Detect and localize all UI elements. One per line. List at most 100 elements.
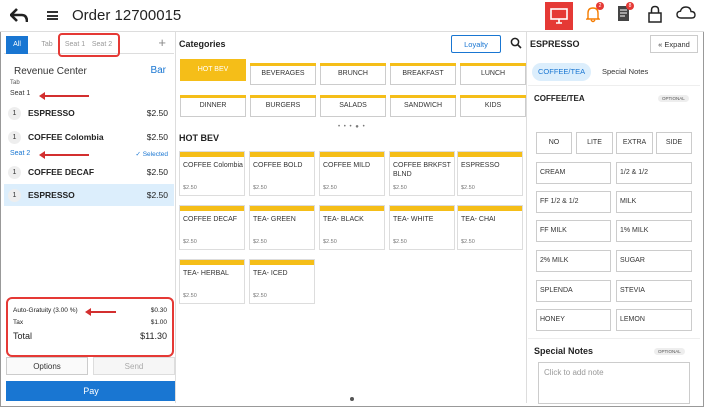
product-tile[interactable]: TEA- BLACK $2.50 <box>319 205 385 250</box>
send-button[interactable]: Send <box>93 357 175 375</box>
tab-special-notes[interactable]: Special Notes <box>596 63 654 81</box>
modifier-option[interactable]: FF 1/2 & 1/2 <box>536 191 611 213</box>
product-price: $2.50 <box>253 185 267 191</box>
customer-display-button[interactable] <box>545 2 573 30</box>
item-qty: 1 <box>8 188 21 202</box>
product-name: COFFEE MILD <box>323 162 371 169</box>
product-tile[interactable]: COFFEE DECAF $2.50 <box>179 205 245 250</box>
product-tile[interactable]: TEA- GREEN $2.50 <box>249 205 315 250</box>
modifier-option[interactable]: STEVIA <box>616 280 692 302</box>
search-icon[interactable] <box>510 37 522 49</box>
cloud-button[interactable] <box>676 5 696 27</box>
check-icon: ✓ <box>135 151 143 158</box>
modifier-extra[interactable]: EXTRA <box>616 132 653 154</box>
expand-label: Expand <box>664 40 690 49</box>
modifier-no[interactable]: NO <box>536 132 572 154</box>
product-price: $2.50 <box>183 293 197 299</box>
modifier-option[interactable]: 2% MILK <box>536 250 611 272</box>
modifier-option[interactable]: SPLENDA <box>536 280 611 302</box>
product-tile[interactable]: TEA- HERBAL $2.50 <box>179 259 245 304</box>
item-name: ESPRESSO <box>28 190 75 200</box>
modifier-option[interactable]: 1% MILK <box>616 220 692 242</box>
product-tile[interactable]: COFFEE BOLD $2.50 <box>249 151 315 196</box>
item-qty: 1 <box>8 130 21 144</box>
category-burgers[interactable]: BURGERS <box>250 95 316 117</box>
lock-icon <box>648 5 662 23</box>
notification-button[interactable]: 2 <box>585 2 604 27</box>
expand-button[interactable]: « Expand <box>650 35 698 53</box>
product-tile[interactable]: COFFEE Colombia $2.50 <box>179 151 245 196</box>
seat-2-selected: ✓ Selected <box>135 150 168 158</box>
product-price: $2.50 <box>393 185 407 191</box>
item-price: $2.50 <box>146 190 168 200</box>
category-sandwich[interactable]: SANDWICH <box>390 95 456 117</box>
gratuity-label: Auto-Gratuity (3.00 %) <box>13 307 78 314</box>
product-name: TEA- CHAI <box>461 216 496 223</box>
revenue-center-value[interactable]: Bar <box>150 65 166 76</box>
product-tile[interactable]: ESPRESSO $2.50 <box>457 151 523 196</box>
tab-coffee-tea[interactable]: COFFEE/TEA <box>532 63 592 81</box>
product-price: $2.50 <box>461 185 475 191</box>
monitor-icon <box>550 8 568 24</box>
product-tile[interactable]: TEA- CHAI $2.50 <box>457 205 523 250</box>
category-kids[interactable]: KIDS <box>460 95 526 117</box>
page-dots: • • • ● • <box>338 124 366 130</box>
modifier-option[interactable]: LEMON <box>616 309 692 331</box>
divider <box>528 338 700 339</box>
total-value: $11.30 <box>140 331 167 341</box>
tab-all[interactable]: All <box>6 36 28 54</box>
seat-tabs-highlight <box>58 33 120 57</box>
modifier-option[interactable]: CREAM <box>536 162 611 184</box>
category-brunch[interactable]: BRUNCH <box>320 63 386 85</box>
lock-button[interactable] <box>648 5 662 27</box>
section-title: HOT BEV <box>179 133 220 143</box>
order-item-row-selected[interactable]: 1 ESPRESSO $2.50 <box>4 184 174 206</box>
product-tile[interactable]: COFFEE BRKFST BLND $2.50 <box>389 151 455 196</box>
cloud-icon <box>676 6 696 19</box>
modifier-lite[interactable]: LITE <box>576 132 613 154</box>
category-salads[interactable]: SALADS <box>320 95 386 117</box>
order-item-row[interactable]: 1 COFFEE Colombia $2.50 <box>4 126 174 148</box>
orders-button[interactable]: 8 <box>617 2 634 27</box>
tax-label: Tax <box>13 319 24 326</box>
pay-button[interactable]: Pay <box>6 381 176 401</box>
back-arrow-icon[interactable] <box>10 8 28 24</box>
modifier-option[interactable]: HONEY <box>536 309 611 331</box>
seat-2-arrow <box>39 151 89 159</box>
loyalty-button[interactable]: Loyalty <box>451 35 501 53</box>
category-dinner[interactable]: DINNER <box>180 95 246 117</box>
modifier-option[interactable]: 1/2 & 1/2 <box>616 162 692 184</box>
menu-icon[interactable] <box>47 11 58 20</box>
special-notes-input[interactable]: Click to add note <box>538 362 690 404</box>
order-item-row[interactable]: 1 ESPRESSO $2.50 <box>4 102 174 124</box>
gratuity-value: $0.30 <box>150 307 167 314</box>
category-hot-bev[interactable]: HOT BEV <box>180 59 246 81</box>
add-seat-button[interactable]: + <box>158 35 166 50</box>
category-lunch[interactable]: LUNCH <box>460 63 526 85</box>
notification-badge: 2 <box>596 2 604 10</box>
options-button[interactable]: Options <box>6 357 88 375</box>
modifier-option[interactable]: FF MILK <box>536 220 611 242</box>
modifier-option[interactable]: SUGAR <box>616 250 692 272</box>
order-item-row[interactable]: 1 COFFEE DECAF $2.50 <box>4 161 174 183</box>
product-price: $2.50 <box>393 239 407 245</box>
optional-badge: OPTIONAL <box>658 95 689 102</box>
product-tile[interactable]: TEA- WHITE $2.50 <box>389 205 455 250</box>
product-price: $2.50 <box>183 185 197 191</box>
revenue-center-label: Revenue Center <box>14 66 87 77</box>
modifier-option[interactable]: MILK <box>616 191 692 213</box>
product-price: $2.50 <box>253 293 267 299</box>
item-price: $2.50 <box>146 167 168 177</box>
product-name: TEA- GREEN <box>253 216 296 223</box>
product-price: $2.50 <box>323 239 337 245</box>
category-breakfast[interactable]: BREAKFAST <box>390 63 456 85</box>
product-name: TEA- ICED <box>253 270 288 277</box>
modifier-side[interactable]: SIDE <box>656 132 692 154</box>
category-beverages[interactable]: BEVERAGES <box>250 63 316 85</box>
seat-1-label[interactable]: Seat 1 <box>10 90 30 97</box>
seat-2-label[interactable]: Seat 2 <box>10 150 30 157</box>
product-tile[interactable]: COFFEE MILD $2.50 <box>319 151 385 196</box>
product-tile[interactable]: TEA- ICED $2.50 <box>249 259 315 304</box>
product-name: COFFEE Colombia <box>183 162 243 169</box>
tax-row: Tax $1.00 <box>13 319 167 326</box>
